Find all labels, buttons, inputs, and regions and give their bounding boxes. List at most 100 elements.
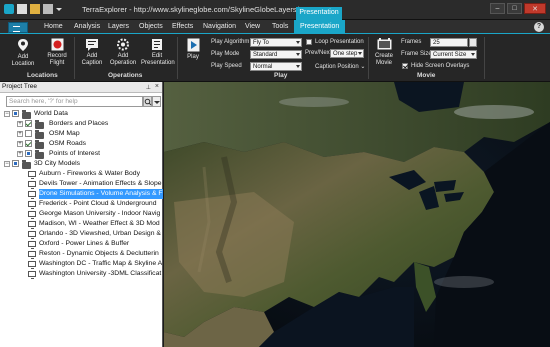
frames-input[interactable]: 25	[430, 38, 468, 47]
project-tree-title: Project Tree	[2, 83, 38, 90]
play-algorithm-value: Fly To	[253, 40, 269, 46]
movie-icon	[377, 38, 391, 50]
caption-position-label: Caption Position	[315, 64, 359, 70]
edit-document-icon	[152, 39, 162, 50]
edit-presentation-button[interactable]: Edit Presentation	[141, 38, 175, 67]
loop-presentation-checkbox[interactable]	[306, 39, 312, 45]
expand-toggle[interactable]: +	[17, 131, 23, 137]
expand-toggle[interactable]: +	[17, 151, 23, 157]
tree-checkbox[interactable]	[25, 150, 32, 157]
tab-presentation[interactable]: Presentation	[294, 20, 346, 34]
presentation-icon	[28, 231, 36, 239]
tree-checkbox[interactable]	[25, 140, 32, 147]
minimize-button[interactable]: –	[490, 3, 505, 14]
file-menu-button[interactable]	[8, 22, 28, 33]
tree-item-presentation[interactable]: Auburn - Fireworks & Water Body	[39, 169, 140, 179]
prev-next-value: One step	[333, 51, 358, 57]
pin-icon[interactable]: ⊥	[146, 83, 151, 93]
project-tree-panel: Project Tree ⊥ × Search here, '?' for he…	[0, 82, 163, 347]
dropdown-arrow-icon[interactable]	[56, 4, 62, 14]
tab-view[interactable]: View	[245, 23, 260, 30]
tree-checkbox[interactable]	[12, 160, 19, 167]
play-algorithm-label: Play Algorithm	[211, 39, 250, 45]
record-flight-button[interactable]: Record Flight	[44, 38, 70, 67]
presentation-icon	[28, 181, 36, 189]
group-label-operations: Operations	[108, 72, 143, 79]
tab-navigation[interactable]: Navigation	[203, 23, 236, 30]
tree-item-osm-roads[interactable]: OSM Roads	[49, 139, 86, 149]
tree-item-presentation-selected[interactable]: Drone Simulations - Volume Analysis & F	[39, 189, 163, 199]
tab-tools[interactable]: Tools	[272, 23, 288, 30]
frames-value: 25	[433, 40, 440, 46]
expand-toggle[interactable]: +	[17, 121, 23, 127]
search-icon[interactable]	[143, 96, 152, 107]
group-label-movie: Movie	[417, 72, 436, 79]
ribbon-separator	[74, 37, 75, 79]
tree-item-presentation[interactable]: Oxford - Power Lines & Buffer	[39, 239, 129, 249]
tree-item-osm-map[interactable]: OSM Map	[49, 129, 80, 139]
frame-size-select[interactable]: Current Size	[430, 50, 477, 59]
new-project-icon[interactable]	[17, 4, 27, 14]
project-tree-search-input[interactable]: Search here, '?' for help	[6, 96, 143, 107]
tree-item-borders-and-places[interactable]: Borders and Places	[49, 119, 108, 129]
play-mode-select[interactable]: Standard	[250, 50, 302, 59]
tab-layers[interactable]: Layers	[108, 23, 129, 30]
presentation-icon	[28, 201, 36, 209]
play-speed-select[interactable]: Normal	[250, 62, 302, 71]
project-tree-header: Project Tree ⊥ ×	[0, 82, 162, 93]
search-options-icon[interactable]	[152, 96, 161, 107]
tree-item-presentation[interactable]: Madison, WI - Weather Effect & 3D Mod	[39, 219, 160, 229]
presentation-icon	[28, 221, 36, 229]
prev-next-select[interactable]: One step	[330, 49, 364, 58]
create-movie-button[interactable]: Create Movie	[372, 38, 396, 67]
open-folder-icon[interactable]	[30, 4, 40, 14]
tree-item-points-of-interest[interactable]: Points of Interest	[49, 149, 100, 159]
close-panel-icon[interactable]: ×	[155, 82, 159, 92]
window-controls: – □ ✕	[490, 3, 546, 14]
tree-item-presentation[interactable]: Washington DC - Traffic Map & Skyline A	[39, 259, 162, 269]
collapse-toggle[interactable]: −	[4, 161, 10, 167]
close-button[interactable]: ✕	[524, 3, 546, 14]
tree-item-world-data[interactable]: World Data	[34, 109, 68, 119]
frame-size-value: Current Size	[433, 52, 467, 58]
group-label-locations: Locations	[27, 72, 58, 79]
ribbon-separator	[177, 37, 178, 79]
add-operation-button[interactable]: Add Operation	[108, 38, 138, 67]
tree-item-presentation[interactable]: Reston - Dynamic Objects & Declutterin	[39, 249, 159, 259]
frame-size-label: Frame Size	[401, 51, 432, 57]
add-caption-button[interactable]: Add Caption	[78, 38, 106, 67]
folder-icon	[35, 130, 44, 139]
tree-checkbox[interactable]	[25, 120, 32, 127]
hide-screen-overlays-checkbox[interactable]	[402, 63, 408, 69]
tab-home[interactable]: Home	[44, 23, 63, 30]
tree-checkbox[interactable]	[25, 130, 32, 137]
presentation-icon	[28, 241, 36, 249]
tree-item-presentation[interactable]: Orlando - 3D Viewshed, Urban Design &	[39, 229, 161, 239]
help-icon[interactable]: ?	[534, 22, 544, 32]
play-button[interactable]: Play	[183, 38, 203, 61]
maximize-button[interactable]: □	[507, 3, 522, 14]
caption-position-button[interactable]: Caption Position ⌄	[315, 63, 365, 70]
tab-analysis[interactable]: Analysis	[74, 23, 100, 30]
tree-item-presentation[interactable]: George Mason University - Indoor Navig	[39, 209, 160, 219]
record-flight-label: Record Flight	[47, 53, 67, 66]
app-icon[interactable]	[4, 4, 14, 14]
collapse-toggle[interactable]: −	[4, 111, 10, 117]
tree-item-presentation[interactable]: Frederick - Point Cloud & Underground	[39, 199, 157, 209]
expand-toggle[interactable]: +	[17, 141, 23, 147]
tree-checkbox[interactable]	[12, 110, 19, 117]
tree-item-presentation[interactable]: Washington University -3DML Classificat	[39, 269, 161, 279]
tree-item-3d-city-models[interactable]: 3D City Models	[34, 159, 80, 169]
save-icon[interactable]	[43, 4, 53, 14]
tab-effects[interactable]: Effects	[172, 23, 193, 30]
frames-stepper[interactable]	[469, 38, 477, 47]
play-algorithm-select[interactable]: Fly To	[250, 38, 302, 47]
group-label-play: Play	[274, 72, 288, 79]
prev-next-label: Prev/Next	[305, 50, 332, 56]
add-location-button[interactable]: Add Location	[10, 38, 36, 68]
tree-item-presentation[interactable]: Devils Tower - Animation Effects & Slope	[39, 179, 162, 189]
tab-objects[interactable]: Objects	[139, 23, 163, 30]
play-mode-value: Standard	[253, 52, 278, 58]
globe-3d-view[interactable]	[164, 82, 550, 347]
play-speed-value: Normal	[253, 64, 273, 70]
